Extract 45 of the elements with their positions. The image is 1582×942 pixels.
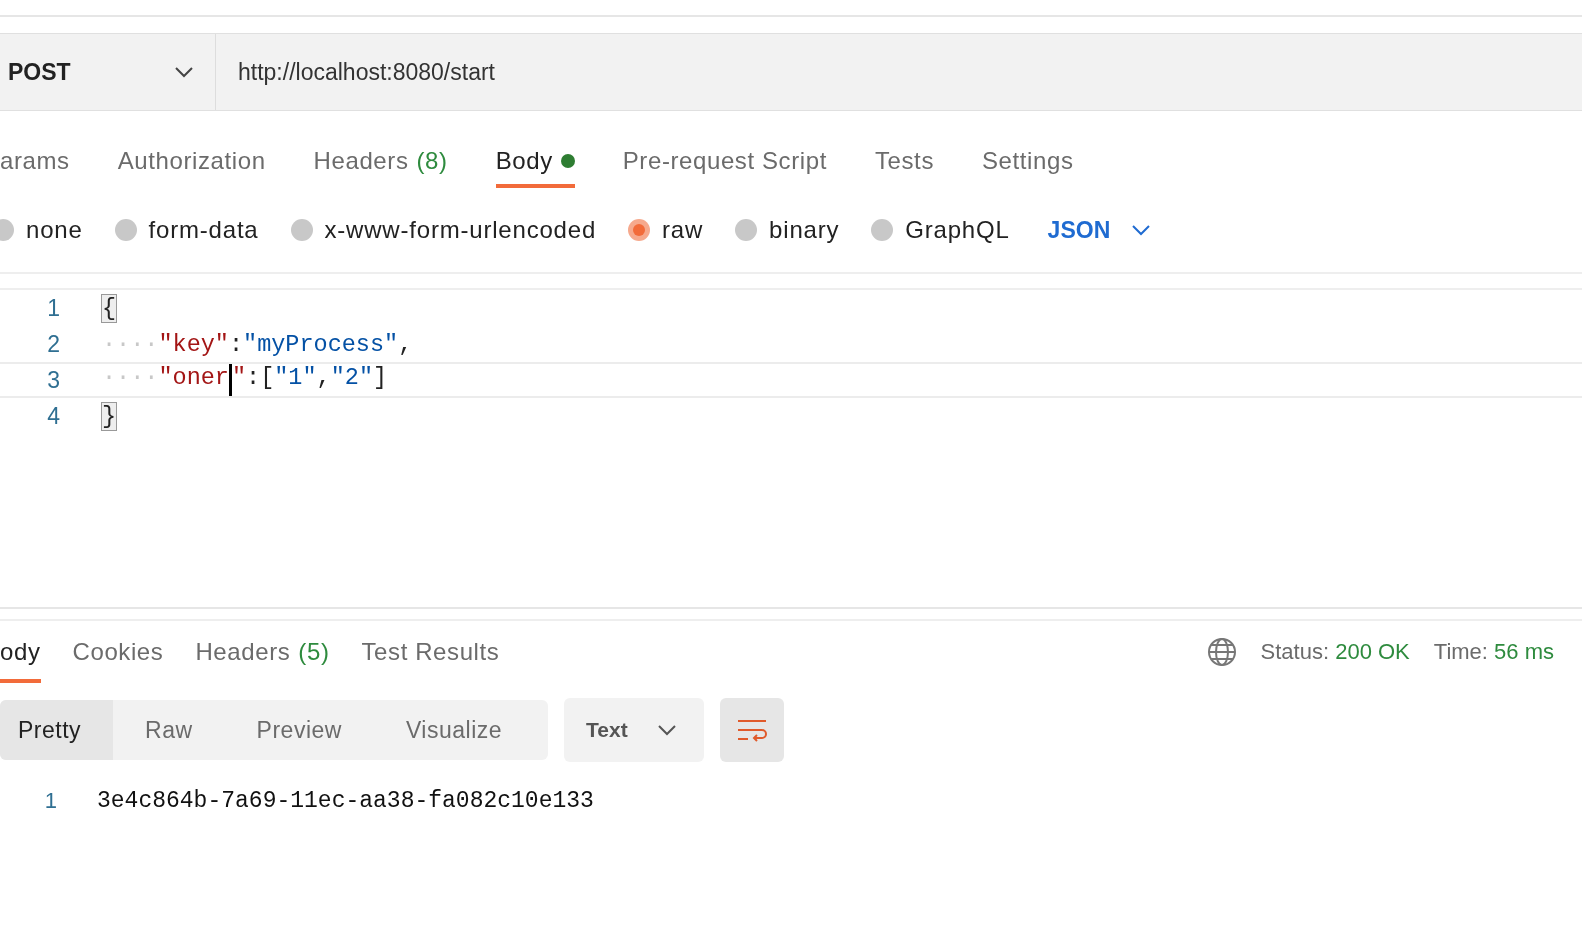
line-number: 1 [43, 788, 57, 814]
response-format-dropdown[interactable]: Text [564, 698, 704, 762]
line-number: 4 [46, 402, 60, 430]
request-tab[interactable]: Pre-request Script [622, 134, 827, 188]
response-tab[interactable]: Test Results [361, 621, 500, 683]
radio-icon [735, 219, 758, 241]
radio-icon [290, 219, 313, 241]
chevron-down-icon [658, 724, 676, 736]
line-number: 1 [46, 294, 60, 322]
body-type-radio[interactable]: raw [628, 216, 704, 244]
radio-icon [628, 219, 651, 241]
line-number: 2 [46, 330, 60, 358]
radio-icon [114, 219, 137, 241]
view-mode-button[interactable]: Pretty [0, 700, 114, 760]
url-input[interactable]: http://localhost:8080/start [216, 34, 1582, 110]
body-type-radio[interactable]: binary [735, 216, 840, 244]
body-type-radio[interactable]: form-data [114, 216, 259, 244]
response-tab[interactable]: Cookies [72, 621, 164, 683]
code-editor[interactable]: 1 { 2 ····"key":"myProcess", 3 ····"oner":["1","2"] 4 } [0, 288, 1582, 609]
status-text: Status: 200 OK [1260, 639, 1410, 665]
tab-count: (8) [416, 147, 448, 175]
request-tab[interactable]: Authorization [117, 134, 266, 188]
response-tab[interactable]: ody [0, 621, 41, 683]
line-number: 3 [46, 366, 60, 394]
radio-icon [871, 219, 894, 241]
wrap-icon [737, 718, 767, 742]
response-tab[interactable]: Headers (5) [195, 621, 330, 683]
globe-icon[interactable] [1206, 637, 1237, 667]
code-line: ····"oner":["1","2"] [102, 364, 388, 396]
time-text: Time: 56 ms [1433, 639, 1554, 665]
request-tab[interactable]: arams [0, 134, 70, 188]
request-tab[interactable]: Headers (8) [313, 134, 448, 188]
body-type-radio[interactable]: none [0, 216, 83, 244]
wrap-lines-button[interactable] [720, 698, 784, 762]
response-text: 3e4c864b-7a69-11ec-aa38-fa082c10e133 [97, 788, 594, 814]
chevron-down-icon [1132, 224, 1151, 236]
request-tab[interactable]: Tests [874, 134, 934, 188]
request-tab[interactable]: Settings [982, 134, 1074, 188]
request-tab[interactable]: Body [495, 134, 575, 188]
body-type-radio[interactable]: x-www-form-urlencoded [290, 216, 597, 244]
tab-count: (5) [298, 638, 330, 666]
body-type-radio[interactable]: GraphQL [871, 216, 1010, 244]
chevron-down-icon [175, 66, 193, 78]
code-line: ····"key":"myProcess", [102, 330, 413, 358]
format-dropdown[interactable]: JSON [1047, 216, 1151, 244]
